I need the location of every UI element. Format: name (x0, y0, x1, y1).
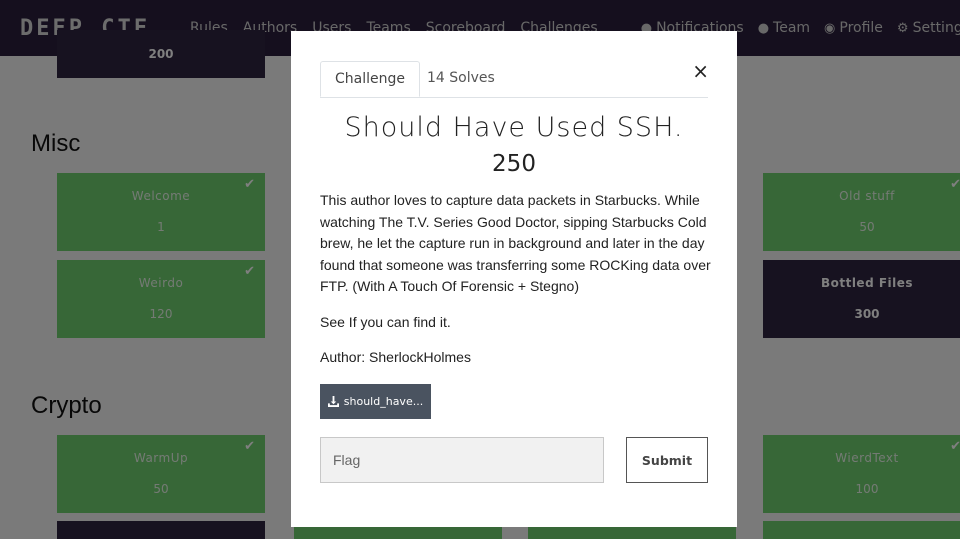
challenge-title: Should Have Used SSH. (344, 112, 684, 143)
tab-solves[interactable]: 14 Solves (413, 61, 509, 97)
tab-challenge[interactable]: Challenge (320, 61, 420, 97)
download-icon (327, 396, 339, 407)
challenge-description: This author loves to capture data packet… (320, 190, 712, 383)
close-icon[interactable]: × (692, 59, 709, 83)
flag-input[interactable] (320, 437, 604, 483)
modal-tabs: Challenge 14 Solves (320, 61, 708, 98)
challenge-modal: Challenge 14 Solves × Should Have Used S… (291, 31, 737, 527)
description-paragraph: See If you can find it. (320, 313, 451, 330)
description-paragraph: This author loves to capture data packet… (320, 192, 711, 294)
download-file-button[interactable]: should_have... (320, 384, 431, 419)
challenge-value: 250 (492, 151, 536, 177)
file-name: should_have... (343, 395, 424, 408)
challenge-author: Author: SherlockHolmes (320, 349, 471, 365)
submit-button[interactable]: Submit (626, 437, 708, 483)
